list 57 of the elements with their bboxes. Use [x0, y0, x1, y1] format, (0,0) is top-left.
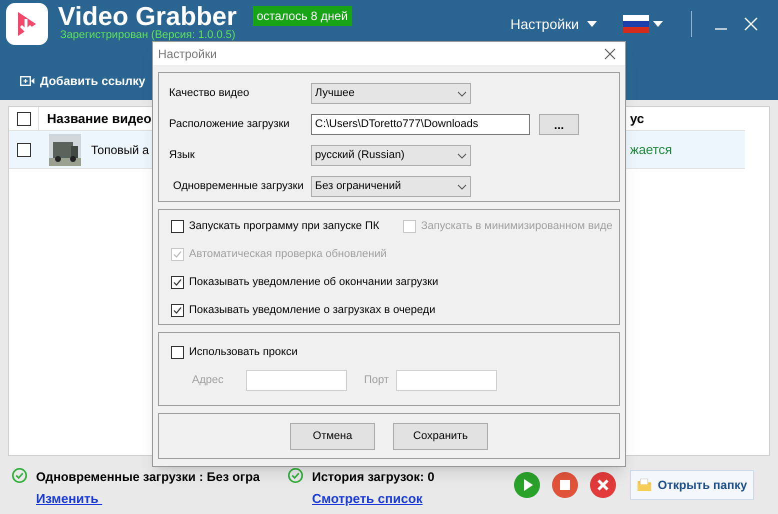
- option-label: Автоматическая проверка обновлений: [189, 247, 387, 262]
- check-circle-icon: [12, 468, 27, 483]
- column-header: Название видео: [47, 110, 152, 128]
- cancel-icon[interactable]: [590, 472, 616, 498]
- dropdown-arrow-icon: [653, 21, 663, 27]
- download-status: жается: [630, 140, 672, 159]
- app-title: Video Grabber: [58, 3, 237, 29]
- open-folder-button[interactable]: Открыть папку: [630, 470, 754, 500]
- field-label: Адрес: [192, 372, 224, 388]
- checkbox[interactable]: [171, 304, 184, 317]
- address-field[interactable]: [246, 370, 347, 390]
- checkbox[interactable]: [16, 112, 30, 126]
- browse-button[interactable]: ...: [539, 114, 579, 135]
- stop-icon[interactable]: [552, 472, 578, 498]
- status-text: Одновременные загрузки : Без огра: [36, 469, 260, 486]
- dropdown[interactable]: Без ограничений: [311, 176, 471, 197]
- dropdown[interactable]: Лучшее: [311, 83, 471, 104]
- play-icon[interactable]: [514, 472, 540, 498]
- dialog-button[interactable]: Отмена: [290, 422, 375, 450]
- dialog-title: Настройки: [158, 46, 217, 62]
- language-button[interactable]: [623, 15, 663, 33]
- caret-icon: [457, 152, 467, 158]
- field-label: Расположение загрузки: [169, 117, 290, 132]
- checkbox[interactable]: [17, 142, 31, 156]
- dialog-button[interactable]: Сохранить: [393, 422, 488, 450]
- check-circle-icon: [288, 468, 303, 483]
- column-header: ус: [630, 110, 644, 128]
- option-label: Запускать в минимизированном виде: [421, 219, 613, 234]
- registration-status: Зарегистрирован (Версия: 1.0.0.5): [60, 29, 236, 41]
- caret-icon: [457, 90, 467, 96]
- field-label: Порт: [364, 372, 390, 388]
- status-link[interactable]: Смотреть список: [312, 488, 434, 508]
- caret-icon: [457, 184, 467, 190]
- close-icon[interactable]: [604, 48, 616, 60]
- add-link-button[interactable]: Добавить ссылку: [20, 72, 146, 90]
- field-label: Одновременные загрузки: [172, 179, 305, 194]
- trial-badge: осталось 8 дней: [252, 6, 352, 26]
- checkbox[interactable]: [171, 220, 184, 233]
- field-label: Язык: [169, 148, 196, 164]
- path-field[interactable]: C:\Users\DToretto777\Downloads: [311, 114, 530, 135]
- flag-icon: [623, 15, 649, 33]
- checkbox[interactable]: [171, 276, 184, 289]
- dropdown[interactable]: русский (Russian): [311, 145, 471, 166]
- status-text: История загрузок: 0: [312, 469, 434, 486]
- port-field[interactable]: [396, 370, 497, 390]
- app-logo-icon: [6, 3, 48, 45]
- option-label: Запускать программу при запуске ПК: [189, 219, 380, 234]
- dropdown-arrow-icon: [587, 21, 597, 27]
- video-title: Топовый а: [91, 142, 149, 158]
- option-label: Использовать прокси: [189, 345, 298, 360]
- checkbox[interactable]: [171, 346, 184, 359]
- video-camera-icon: [20, 75, 35, 87]
- option-label: Показывать уведомление о загрузках в очереди: [189, 303, 436, 318]
- field-label: Качество видео: [169, 86, 250, 102]
- settings-menu[interactable]: Настройки: [510, 14, 597, 34]
- status-link[interactable]: Изменить: [36, 488, 260, 508]
- option-label: Показывать уведомление об окончании загрузки: [189, 275, 438, 290]
